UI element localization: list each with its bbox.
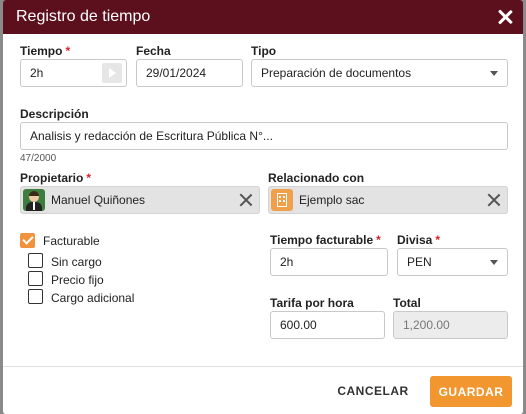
tarifa-input[interactable]: 600.00	[270, 311, 385, 339]
clear-icon[interactable]	[488, 194, 500, 206]
cancel-button[interactable]: CANCELAR	[336, 376, 410, 406]
cargo-adicional-checkbox[interactable]	[28, 289, 43, 304]
precio-fijo-label: Precio fijo	[51, 273, 104, 287]
tiempo-input[interactable]: 2h	[20, 59, 127, 87]
save-button[interactable]: GUARDAR	[430, 376, 512, 407]
divisa-select[interactable]: PEN	[397, 248, 508, 276]
fecha-label: Fecha	[136, 44, 171, 58]
propietario-label: Propietario *	[20, 171, 92, 185]
tipo-select[interactable]: Preparación de documentos	[251, 59, 508, 87]
building-icon	[271, 189, 293, 211]
clear-icon[interactable]	[240, 194, 252, 206]
descripcion-input[interactable]: Analisis y redacción de Escritura Públic…	[20, 122, 508, 150]
close-icon[interactable]	[497, 9, 513, 25]
time-entry-dialog: Registro de tiempo Tiempo * 2h Fecha 29/0…	[3, 0, 523, 414]
facturable-label: Facturable	[43, 234, 100, 248]
tiempo-facturable-label: Tiempo facturable *	[270, 233, 381, 247]
divisa-label: Divisa *	[397, 233, 441, 247]
cargo-adicional-label: Cargo adicional	[51, 291, 135, 305]
facturable-checkbox[interactable]	[20, 233, 35, 248]
sin-cargo-label: Sin cargo	[51, 255, 102, 269]
play-icon[interactable]	[102, 63, 122, 83]
dialog-body: Tiempo * 2h Fecha 29/01/2024 Tipo Prepara…	[3, 34, 523, 366]
propietario-select[interactable]: Manuel Quiñones	[20, 186, 260, 214]
fecha-input[interactable]: 29/01/2024	[136, 59, 243, 87]
precio-fijo-checkbox[interactable]	[28, 271, 43, 286]
chevron-down-icon	[490, 71, 498, 76]
relacionado-select[interactable]: Ejemplo sac	[268, 186, 508, 214]
total-label: Total	[393, 296, 421, 310]
character-counter: 47/2000	[20, 153, 57, 164]
relacionado-label: Relacionado con	[268, 171, 365, 185]
tipo-label: Tipo	[251, 44, 277, 58]
chevron-down-icon	[490, 260, 498, 265]
dialog-header: Registro de tiempo	[3, 0, 523, 34]
dialog-title: Registro de tiempo	[16, 8, 151, 25]
descripcion-label: Descripción	[20, 107, 89, 121]
total-field: 1,200.00	[393, 311, 508, 339]
avatar	[23, 189, 45, 211]
sin-cargo-checkbox[interactable]	[28, 253, 43, 268]
tiempo-label: Tiempo *	[20, 44, 71, 58]
tiempo-facturable-input[interactable]: 2h	[270, 248, 388, 276]
tarifa-label: Tarifa por hora	[270, 296, 354, 310]
dialog-footer: CANCELAR GUARDAR	[3, 366, 523, 414]
